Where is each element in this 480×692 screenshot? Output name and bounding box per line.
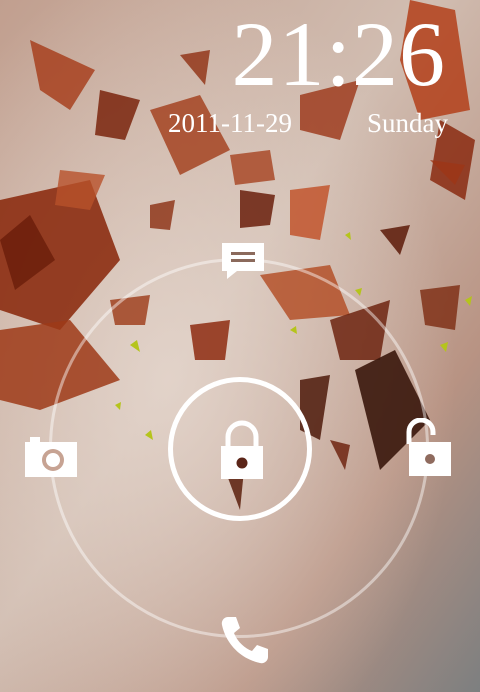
- camera-target[interactable]: [24, 436, 78, 478]
- date-row: 2011-11-29 Sunday: [168, 108, 448, 139]
- weekday-label: Sunday: [367, 108, 448, 138]
- date-label: 2011-11-29: [168, 108, 292, 138]
- camera-icon: [25, 437, 77, 477]
- message-icon: [222, 243, 264, 279]
- lock-handle[interactable]: [168, 377, 312, 521]
- phone-icon: [221, 617, 268, 664]
- phone-target[interactable]: [219, 614, 271, 666]
- unlock-target[interactable]: [405, 418, 453, 478]
- message-target[interactable]: [219, 241, 267, 281]
- clock-time: 21:26: [231, 3, 446, 105]
- lock-icon: [221, 420, 263, 479]
- unlock-icon: [406, 418, 451, 476]
